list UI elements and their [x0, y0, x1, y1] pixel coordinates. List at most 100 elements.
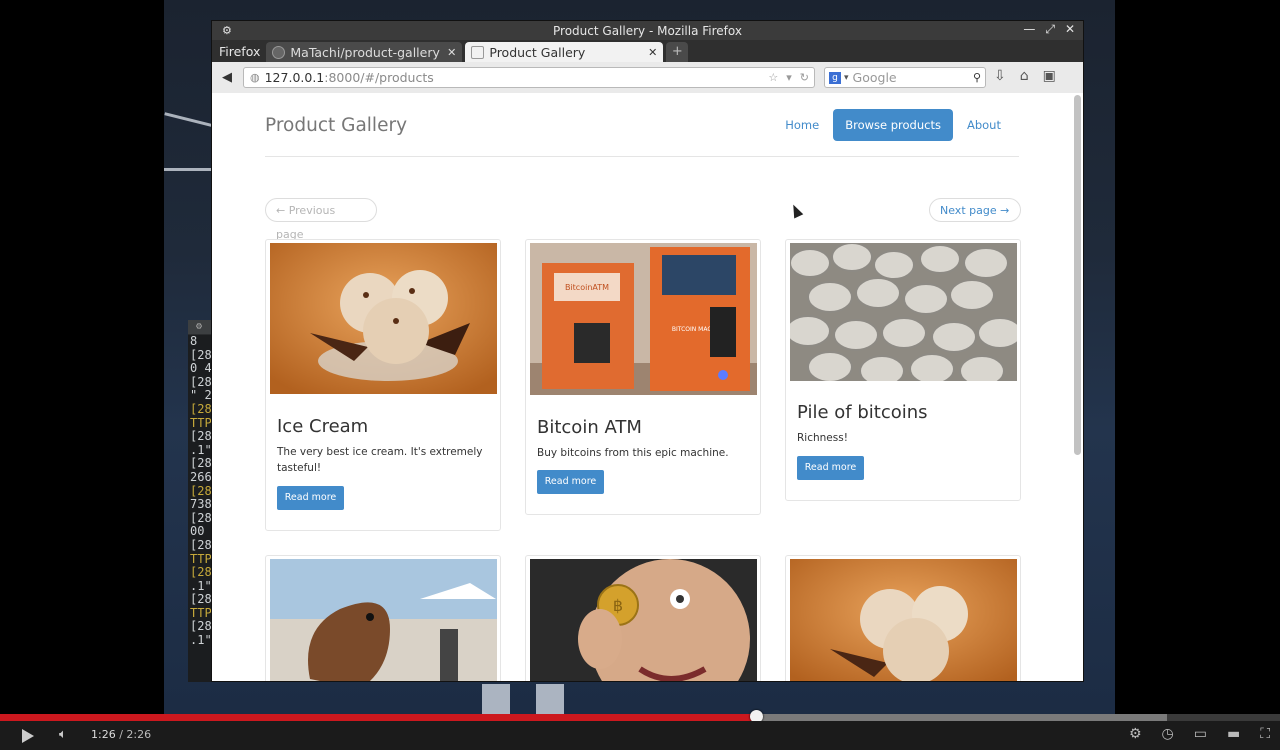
- road-marking: [536, 684, 564, 714]
- page-viewport[interactable]: Product Gallery Home Browse products Abo…: [212, 93, 1083, 681]
- terminal-line: [28: [190, 619, 212, 634]
- product-title[interactable]: Ice Cream: [277, 416, 368, 437]
- terminal-line: TTP: [190, 551, 212, 566]
- product-card: BitcoinATM BITCOIN MACHINE Bitcoin ATM B…: [525, 239, 761, 515]
- terminal-line: " 2: [190, 388, 212, 403]
- bitcoin-pile-image[interactable]: [790, 243, 1017, 381]
- site-brand[interactable]: Product Gallery: [265, 115, 407, 136]
- home-icon[interactable]: ⌂: [1020, 68, 1029, 84]
- tab-github[interactable]: MaTachi/product-gallery · ... ✕: [266, 42, 463, 62]
- terminal-line: [28: [190, 374, 212, 389]
- product-card: Pile of bitcoins Richness! Read more: [785, 239, 1021, 501]
- terminal-line: .1": [190, 578, 212, 593]
- terminal-line: [28: [190, 510, 212, 525]
- minimize-icon[interactable]: —: [1023, 22, 1035, 37]
- terminal-titlebar: ⚙: [188, 320, 214, 335]
- ice-cream-image[interactable]: [790, 559, 1017, 681]
- google-icon[interactable]: g: [829, 71, 841, 84]
- terminal-line: TTP: [190, 605, 212, 620]
- nav-home-link[interactable]: Home: [771, 118, 833, 132]
- previous-page-button[interactable]: ← Previous page: [265, 198, 377, 241]
- address-bar[interactable]: ◍ 127.0.0.1 :8000/#/products ☆ ▾ ↻: [243, 67, 815, 88]
- nav-browse-products[interactable]: Browse products: [833, 109, 953, 141]
- time-separator: /: [115, 728, 127, 741]
- product-description: The very best ice cream. It's extremely …: [277, 446, 483, 474]
- nav-about-link[interactable]: About: [953, 118, 1015, 132]
- settings-gear-icon[interactable]: ⚙: [1129, 726, 1142, 742]
- terminal-line: [28: [190, 401, 212, 416]
- close-window-icon[interactable]: ✕: [1065, 22, 1075, 37]
- watch-later-icon[interactable]: ◷: [1162, 726, 1174, 742]
- terminal-line: 266: [190, 469, 212, 484]
- terminal-window: ⚙ 8 [28 0 4 [28 " 2 [28 TTP [28.1" [28 266 [28 738[…: [188, 320, 214, 682]
- search-placeholder: Google: [852, 70, 897, 85]
- search-bar[interactable]: g ▾ Google ⚲: [824, 67, 986, 88]
- video-controls: 🔈︎ 1:26 / 2:26 ⚙ ◷ ▭ ▬ ⛶: [0, 721, 1280, 750]
- small-player-icon[interactable]: ▭: [1194, 726, 1207, 742]
- duration: 2:26: [126, 728, 152, 741]
- navigation-toolbar: ◀ ◍ 127.0.0.1 :8000/#/products ☆ ▾ ↻ g ▾…: [212, 62, 1083, 94]
- current-time: 1:26: [91, 728, 116, 741]
- next-page-button[interactable]: Next page →: [929, 198, 1021, 222]
- reload-icon[interactable]: ↻: [800, 71, 809, 84]
- search-icon[interactable]: ⚲: [973, 71, 981, 84]
- github-icon: [272, 45, 286, 59]
- close-tab-icon[interactable]: ✕: [648, 46, 657, 59]
- terminal-line: [28: [190, 456, 212, 471]
- played-bar: [0, 714, 757, 721]
- horse-mask-image[interactable]: [270, 559, 497, 681]
- read-more-button[interactable]: Read more: [277, 486, 344, 510]
- back-icon[interactable]: ◀: [216, 70, 238, 85]
- terminal-line: [28: [190, 565, 212, 580]
- url-host: 127.0.0.1: [264, 70, 325, 85]
- engine-dropdown-icon[interactable]: ▾: [844, 73, 849, 83]
- product-description: Richness!: [797, 432, 848, 444]
- read-more-button[interactable]: Read more: [797, 456, 864, 480]
- firefox-menu-button[interactable]: Firefox: [212, 44, 266, 62]
- mouse-cursor: [788, 202, 804, 219]
- terminal-line: .1": [190, 633, 212, 648]
- video-progress-bar[interactable]: [0, 710, 1280, 723]
- terminal-line: TTP: [190, 415, 212, 430]
- bitcoin-coin-man-image[interactable]: ฿: [530, 559, 757, 681]
- product-card: ฿: [525, 555, 761, 681]
- page-scrollbar[interactable]: [1074, 95, 1081, 455]
- terminal-line: 738: [190, 497, 212, 512]
- background-line: [164, 112, 212, 127]
- time-display: 1:26 / 2:26: [91, 728, 151, 741]
- download-icon[interactable]: ⇩: [994, 68, 1006, 84]
- fullscreen-icon[interactable]: ⛶: [1260, 726, 1270, 742]
- tab-label: MaTachi/product-gallery · ...: [290, 44, 441, 60]
- play-icon[interactable]: [22, 729, 34, 743]
- large-player-icon[interactable]: ▬: [1227, 726, 1240, 742]
- url-path: :8000/#/products: [324, 70, 434, 85]
- terminal-line: [28: [190, 429, 212, 444]
- tab-bar: Firefox MaTachi/product-gallery · ... ✕ …: [212, 40, 1083, 62]
- page-icon: [471, 45, 485, 59]
- product-title[interactable]: Pile of bitcoins: [797, 402, 928, 423]
- volume-icon[interactable]: 🔈︎: [59, 727, 67, 742]
- background-line: [164, 168, 212, 171]
- addon-icon[interactable]: ▣: [1043, 68, 1056, 84]
- product-card: [265, 555, 501, 681]
- ice-cream-image[interactable]: [270, 243, 497, 394]
- read-more-button[interactable]: Read more: [537, 470, 604, 494]
- bookmark-star-icon[interactable]: ☆: [768, 71, 778, 84]
- header-divider: [265, 156, 1019, 157]
- terminal-line: .1": [190, 442, 212, 457]
- new-tab-button[interactable]: +: [666, 42, 689, 62]
- maximize-icon[interactable]: ⤢: [1045, 22, 1055, 37]
- history-dropdown-icon[interactable]: ▾: [786, 71, 792, 84]
- bitcoin-atm-image[interactable]: BitcoinATM BITCOIN MACHINE: [530, 243, 757, 395]
- product-card: Ice Cream The very best ice cream. It's …: [265, 239, 501, 531]
- terminal-line: [28: [190, 592, 212, 607]
- product-title[interactable]: Bitcoin ATM: [537, 417, 642, 438]
- terminal-line: [28: [190, 347, 212, 362]
- terminal-line: [28: [190, 537, 212, 552]
- product-description: Buy bitcoins from this epic machine.: [537, 447, 729, 459]
- close-tab-icon[interactable]: ✕: [447, 46, 456, 59]
- product-card: [785, 555, 1021, 681]
- tab-product-gallery[interactable]: Product Gallery ✕: [465, 42, 664, 62]
- terminal-line: 00 4: [190, 524, 214, 539]
- terminal-line: [28: [190, 483, 212, 498]
